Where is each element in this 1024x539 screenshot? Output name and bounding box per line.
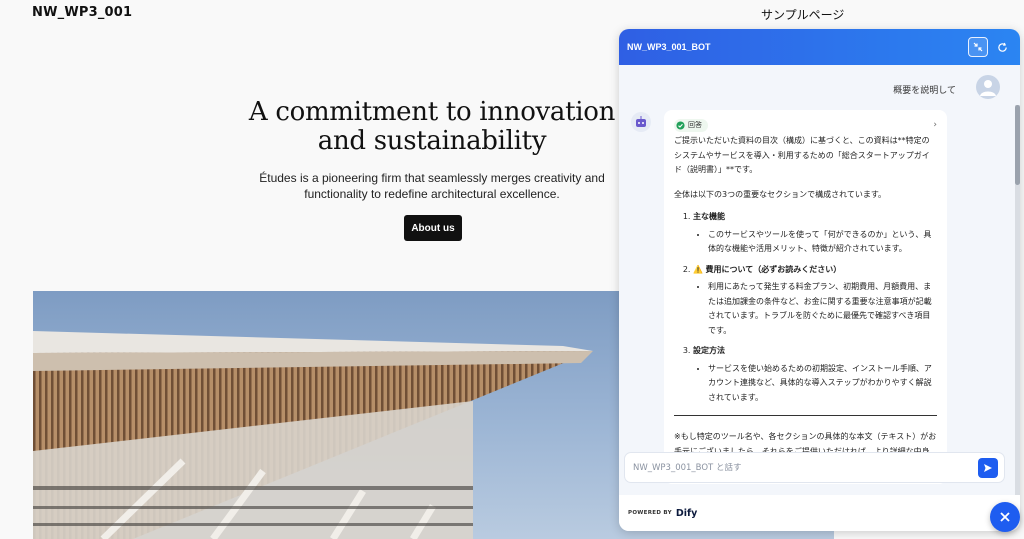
answer-section: ⚠️ 費用について（必ずお読みください） 利用にあたって発生する料金プラン、初期… (693, 263, 937, 339)
hero-body: Études is a pioneering firm that seamles… (259, 171, 605, 201)
check-circle-icon (676, 120, 685, 130)
chevron-right-icon[interactable]: › (933, 118, 937, 133)
chat-footer: POWERED BY Dify (619, 495, 1020, 531)
chat-title: NW_WP3_001_BOT (627, 42, 711, 52)
answer-tag-row[interactable]: 回答 › (674, 118, 937, 132)
hero-heading: A commitment to innovation and sustainab… (248, 97, 616, 156)
section-title: 主な機能 (693, 212, 725, 221)
answer-tag-label: 回答 (688, 120, 702, 129)
scrollbar-thumb[interactable] (1015, 105, 1020, 185)
answer-tag[interactable]: 回答 (674, 118, 708, 132)
answer-intro: ご提示いただいた資料の目次（構成）に基づくと、この資料は**特定のシステムやサー… (674, 136, 930, 174)
close-chat-button[interactable] (990, 502, 1020, 532)
warning-icon: ⚠️ (693, 264, 703, 274)
refresh-icon[interactable] (992, 37, 1012, 57)
answer-sections: 主な機能 このサービスやツールを使って「何ができるのか」という、具体的な機能や活… (674, 210, 937, 405)
collapse-icon[interactable] (968, 37, 988, 57)
bot-answer-card: 回答 › ご提示いただいた資料の目次（構成）に基づくと、この資料は**特定のシス… (664, 110, 947, 484)
hero-section: A commitment to innovation and sustainab… (232, 98, 632, 202)
chat-input[interactable] (633, 462, 978, 473)
section-detail: このサービスやツールを使って「何ができるのか」という、具体的な機能や活用メリット… (708, 228, 937, 257)
chat-widget: NW_WP3_001_BOT 概要を説明して 回答 › ご提示いただいた資料の目… (619, 29, 1020, 531)
section-detail: 利用にあたって発生する料金プラン、初期費用、月額費用、または追加課金の条件など、… (708, 280, 937, 338)
nav-link-sample-page[interactable]: サンプルページ (761, 6, 844, 23)
chat-input-box[interactable] (624, 452, 1005, 483)
section-detail: サービスを使い始めるための初期設定、インストール手順、アカウント連携など、具体的… (708, 362, 937, 406)
answer-section: 主な機能 このサービスやツールを使って「何ができるのか」という、具体的な機能や活… (693, 210, 937, 257)
answer-summary: 全体は以下の3つの重要なセクションで構成されています。 (674, 189, 887, 199)
section-title: 設定方法 (693, 346, 725, 355)
chat-messages[interactable]: 概要を説明して 回答 › ご提示いただいた資料の目次（構成）に基づくと、この資料… (619, 65, 1020, 495)
close-icon (1000, 512, 1010, 522)
chat-scrollbar[interactable] (1015, 105, 1020, 495)
answer-section: 設定方法 サービスを使い始めるための初期設定、インストール手順、アカウント連携な… (693, 344, 937, 405)
powered-by-label: POWERED BY (628, 510, 672, 516)
site-title[interactable]: NW_WP3_001 (32, 5, 132, 20)
divider (674, 415, 937, 416)
bot-avatar (631, 112, 651, 132)
user-avatar (976, 75, 1000, 99)
section-title: 費用について（必ずお読みください） (705, 264, 842, 274)
dify-logo[interactable]: Dify (676, 508, 697, 519)
about-us-button[interactable]: About us (404, 215, 462, 241)
user-message: 概要を説明して (893, 86, 956, 96)
send-icon[interactable] (978, 457, 998, 478)
chat-header: NW_WP3_001_BOT (619, 29, 1020, 65)
